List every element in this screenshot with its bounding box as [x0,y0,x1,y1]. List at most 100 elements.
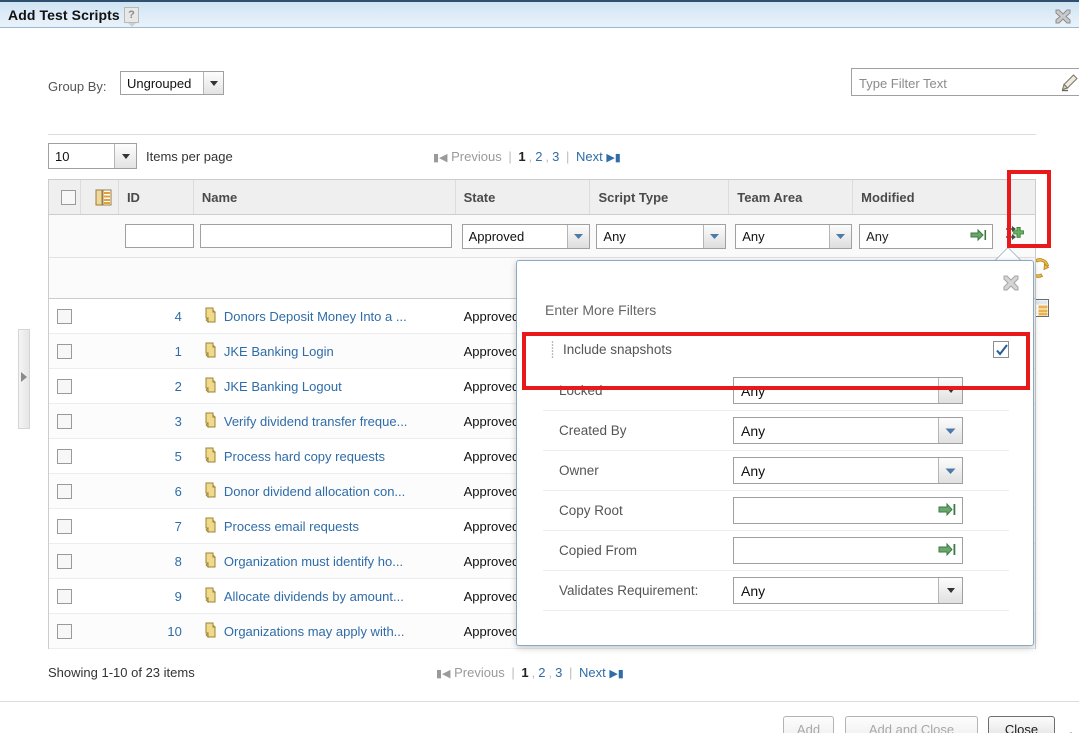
picker-arrow-icon[interactable] [938,542,958,560]
filter-input-id[interactable] [124,224,194,248]
row-select-cell[interactable] [49,474,81,508]
row-select-cell[interactable] [49,579,81,613]
test-script-link[interactable]: JKE Banking Logout [224,379,342,394]
cell-name[interactable]: Verify dividend transfer freque... [194,404,456,438]
page-link-3[interactable]: 3 [555,665,562,680]
select-all-checkbox[interactable] [60,189,76,205]
cell-name[interactable]: Process email requests [194,509,456,543]
edit-pencil-icon[interactable] [1059,73,1079,92]
cell-name[interactable]: JKE Banking Login [194,334,456,368]
add-button[interactable]: Add [783,716,834,733]
column-header-state[interactable]: State [456,180,591,214]
column-header-id[interactable]: ID [119,180,194,214]
chevron-down-icon[interactable] [938,578,962,603]
popup-field-select-1[interactable]: Any [733,417,963,444]
chevron-down-icon[interactable] [203,72,223,94]
next-page-link[interactable]: Next [579,665,606,680]
popup-field-select-0[interactable]: Any [733,377,963,404]
row-select-cell[interactable] [49,299,81,333]
column-header-name[interactable]: Name [194,180,456,214]
items-per-page-label: Items per page [146,149,233,164]
help-icon[interactable]: ? [124,7,139,27]
row-checkbox[interactable] [57,448,73,464]
close-icon[interactable] [1002,274,1020,292]
row-checkbox[interactable] [57,308,73,324]
row-select-cell[interactable] [49,369,81,403]
popup-field-value: Any [741,462,766,479]
grid-filter-row: Approved Any Any Any [49,215,1035,258]
test-script-link[interactable]: Verify dividend transfer freque... [224,414,408,429]
add-and-close-button[interactable]: Add and Close [845,716,978,733]
next-page-link[interactable]: Next [576,149,603,164]
column-header-modified[interactable]: Modified [853,180,993,214]
chevron-down-icon[interactable] [938,378,962,403]
filter-select-state[interactable]: Approved [461,223,590,249]
column-header-script-type[interactable]: Script Type [590,180,730,214]
test-script-link[interactable]: Organization must identify ho... [224,554,403,569]
column-header-team-area[interactable]: Team Area [729,180,854,214]
popup-field-select-2[interactable]: Any [733,457,963,484]
page-link-1[interactable]: 1 [521,665,528,680]
row-checkbox[interactable] [57,378,73,394]
add-filter-icon[interactable] [1005,224,1029,249]
include-snapshots-row[interactable]: Include snapshots [543,327,1009,371]
test-script-link[interactable]: Organizations may apply with... [224,624,405,639]
filter-select-team-area[interactable]: Any [735,223,853,249]
close-icon[interactable] [1053,7,1073,26]
row-checkbox[interactable] [57,553,73,569]
row-select-cell[interactable] [49,544,81,578]
popup-field-input-4[interactable] [733,537,963,564]
cell-name[interactable]: Process hard copy requests [194,439,456,473]
row-checkbox[interactable] [57,343,73,359]
cell-name[interactable]: Allocate dividends by amount... [194,579,456,613]
sidebar-expand-handle[interactable] [18,329,30,429]
row-checkbox[interactable] [57,413,73,429]
row-select-cell[interactable] [49,509,81,543]
last-page-icon[interactable]: ▶▮ [609,668,624,680]
cell-name[interactable]: Organizations may apply with... [194,614,456,648]
chevron-down-icon[interactable] [938,458,962,483]
test-script-link[interactable]: Process email requests [224,519,359,534]
row-select-cell[interactable] [49,439,81,473]
chevron-down-icon[interactable] [703,224,726,248]
row-select-cell[interactable] [49,404,81,438]
drag-handle-icon[interactable] [551,340,554,358]
cell-name[interactable]: JKE Banking Logout [194,369,456,403]
picker-arrow-icon[interactable] [970,228,992,245]
close-button[interactable]: Close [988,716,1055,733]
test-script-link[interactable]: Allocate dividends by amount... [224,589,404,604]
select-all-header[interactable] [49,180,81,214]
cell-name[interactable]: Donors Deposit Money Into a ... [194,299,456,333]
page-link-1[interactable]: 1 [518,149,525,164]
cell-name[interactable]: Organization must identify ho... [194,544,456,578]
picker-arrow-icon[interactable] [938,502,958,520]
row-checkbox[interactable] [57,518,73,534]
test-script-link[interactable]: Process hard copy requests [224,449,385,464]
chevron-down-icon[interactable] [114,144,136,168]
last-page-icon[interactable]: ▶▮ [606,152,621,164]
row-select-cell[interactable] [49,334,81,368]
row-checkbox[interactable] [57,623,73,639]
popup-field-select-5[interactable]: Any [733,577,963,604]
popup-field-label: Locked [559,383,603,398]
group-by-select[interactable]: Ungrouped [120,71,224,95]
filter-select-modified[interactable]: Any [859,223,994,249]
page-link-3[interactable]: 3 [552,149,559,164]
test-script-link[interactable]: Donor dividend allocation con... [224,484,405,499]
filter-input-name[interactable] [199,224,452,248]
chevron-down-icon[interactable] [829,224,852,248]
filter-select-script-type[interactable]: Any [596,223,727,249]
row-checkbox[interactable] [57,483,73,499]
test-script-link[interactable]: JKE Banking Login [224,344,334,359]
popup-field-input-3[interactable] [733,497,963,524]
chevron-down-icon[interactable] [566,224,589,248]
test-script-link[interactable]: Donors Deposit Money Into a ... [224,309,407,324]
include-snapshots-checkbox[interactable] [992,340,1009,358]
row-checkbox[interactable] [57,588,73,604]
cell-name[interactable]: Donor dividend allocation con... [194,474,456,508]
chevron-down-icon[interactable] [938,418,962,443]
filter-text-box[interactable] [851,68,1079,96]
search-input[interactable] [857,73,1051,93]
items-per-page-select[interactable]: 10 [48,143,137,169]
row-select-cell[interactable] [49,614,81,648]
